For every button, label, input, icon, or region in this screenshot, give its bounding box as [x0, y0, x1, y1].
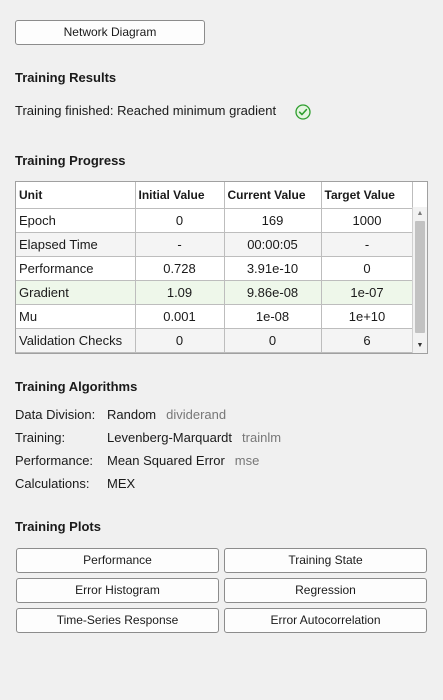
performance-plot-button[interactable]: Performance [16, 548, 219, 573]
table-row-highlighted[interactable]: Gradient 1.09 9.86e-08 1e-07 [16, 280, 414, 305]
check-circle-icon [295, 103, 311, 120]
cell-target: 1e-07 [321, 280, 414, 305]
algorithm-label: Training: [15, 430, 66, 445]
cell-current: 0 [224, 328, 322, 353]
cell-unit: Validation Checks [16, 328, 136, 353]
cell-initial: 0.001 [135, 304, 225, 329]
cell-target: 0 [321, 256, 414, 281]
algorithm-value: MEX [107, 476, 136, 491]
cell-initial: 0 [135, 328, 225, 353]
table-row[interactable]: Performance 0.728 3.91e-10 0 [16, 256, 414, 281]
scroll-down-arrow-icon[interactable]: ▼ [413, 340, 427, 352]
cell-current: 3.91e-10 [224, 256, 322, 281]
training-results-title: Training Results [15, 70, 117, 85]
column-header-unit: Unit [16, 182, 136, 209]
cell-unit: Performance [16, 256, 136, 281]
cell-initial: 0 [135, 208, 225, 233]
training-status-text: Training finished: Reached minimum gradi… [15, 103, 277, 118]
cell-current: 9.86e-08 [224, 280, 322, 305]
training-algorithms-title: Training Algorithms [15, 379, 138, 394]
cell-target: 1e+10 [321, 304, 414, 329]
cell-unit: Elapsed Time [16, 232, 136, 257]
cell-current: 169 [224, 208, 322, 233]
table-scrollbar[interactable]: ▲ ▼ [412, 207, 427, 353]
cell-target: - [321, 232, 414, 257]
scrollbar-thumb[interactable] [415, 221, 425, 333]
training-progress-table[interactable]: Unit Initial Value Current Value Target … [15, 181, 428, 354]
cell-target: 1000 [321, 208, 414, 233]
cell-target: 6 [321, 328, 414, 353]
table-row[interactable]: Validation Checks 0 0 6 [16, 328, 414, 353]
algorithm-value: Levenberg-Marquardt trainlm [107, 430, 282, 445]
table-header-corner [412, 182, 427, 208]
column-header-initial: Initial Value [135, 182, 225, 209]
cell-initial: 0.728 [135, 256, 225, 281]
cell-unit: Epoch [16, 208, 136, 233]
cell-initial: - [135, 232, 225, 257]
algorithm-function: trainlm [242, 430, 282, 445]
regression-plot-button[interactable]: Regression [224, 578, 427, 603]
table-row[interactable]: Epoch 0 169 1000 [16, 208, 414, 233]
network-diagram-button[interactable]: Network Diagram [15, 20, 205, 45]
training-status: Training finished: Reached minimum gradi… [15, 102, 311, 120]
algorithm-function: mse [234, 453, 260, 468]
training-plots-title: Training Plots [15, 519, 101, 534]
algorithm-label: Data Division: [15, 407, 96, 422]
scroll-up-arrow-icon[interactable]: ▲ [413, 208, 427, 220]
table-header-row: Unit Initial Value Current Value Target … [16, 182, 414, 209]
table-row[interactable]: Elapsed Time - 00:00:05 - [16, 232, 414, 257]
column-header-current: Current Value [224, 182, 322, 209]
error-histogram-plot-button[interactable]: Error Histogram [16, 578, 219, 603]
cell-current: 1e-08 [224, 304, 322, 329]
error-autocorrelation-plot-button[interactable]: Error Autocorrelation [224, 608, 427, 633]
algorithm-function: dividerand [166, 407, 227, 422]
cell-current: 00:00:05 [224, 232, 322, 257]
time-series-response-plot-button[interactable]: Time-Series Response [16, 608, 219, 633]
algorithm-value: Random dividerand [107, 407, 227, 422]
algorithm-value: Mean Squared Error mse [107, 453, 260, 468]
cell-initial: 1.09 [135, 280, 225, 305]
training-progress-title: Training Progress [15, 153, 126, 168]
cell-unit: Gradient [16, 280, 136, 305]
column-header-target: Target Value [321, 182, 414, 209]
cell-unit: Mu [16, 304, 136, 329]
table-row[interactable]: Mu 0.001 1e-08 1e+10 [16, 304, 414, 329]
algorithm-label: Calculations: [15, 476, 90, 491]
algorithm-label: Performance: [15, 453, 94, 468]
training-state-plot-button[interactable]: Training State [224, 548, 427, 573]
